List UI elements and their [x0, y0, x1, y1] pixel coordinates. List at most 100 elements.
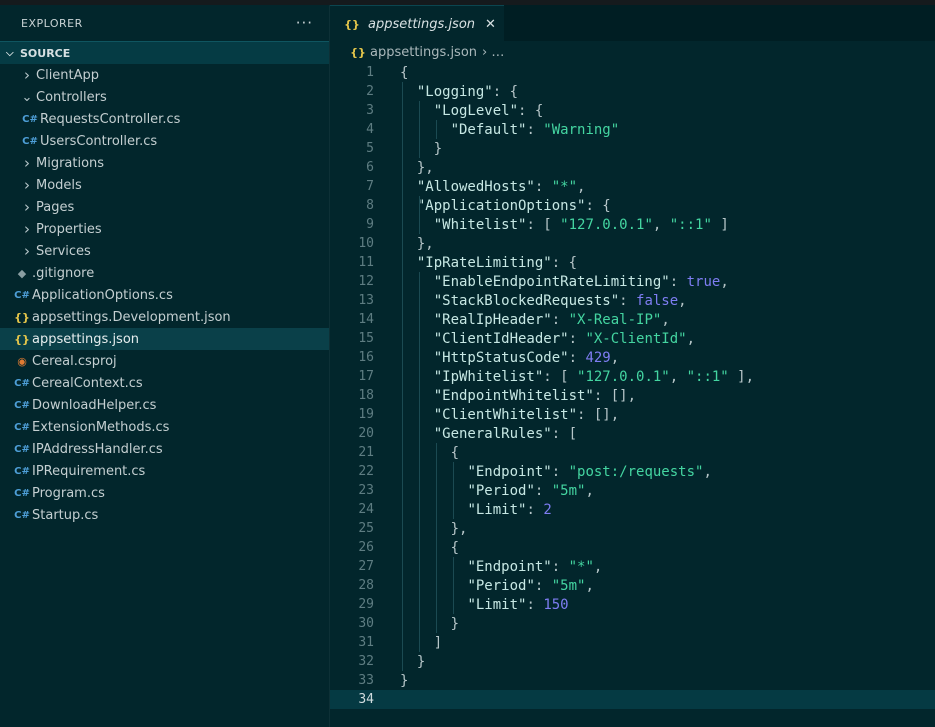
- line-number: 31: [358, 635, 374, 650]
- line-number: 5: [366, 141, 374, 156]
- tree-item[interactable]: C# IPRequirement.cs: [0, 460, 329, 482]
- line-number: 1: [366, 65, 374, 80]
- code-token: }: [400, 653, 426, 670]
- indent-guide: [402, 82, 403, 671]
- code-editor[interactable]: 1{2 "Logging": {3 "LogLevel": {4 "Defaul…: [330, 63, 935, 709]
- tree-item[interactable]: C# Startup.cs: [0, 504, 329, 526]
- tree-item[interactable]: › ClientApp: [0, 64, 329, 86]
- code-text: "Endpoint": "*",: [400, 559, 602, 575]
- tab-appsettings-json[interactable]: {} appsettings.json ✕: [330, 5, 504, 42]
- tree-item[interactable]: ⌄ Controllers: [0, 86, 329, 108]
- json-file-icon: {}: [344, 17, 360, 31]
- code-token: "127.0.0.1": [560, 216, 653, 233]
- code-token: 150: [543, 596, 569, 613]
- line-number: 12: [358, 274, 374, 289]
- code-token: ,: [661, 311, 670, 328]
- tree-item-label: RequestsController.cs: [40, 111, 181, 127]
- code-token: "127.0.0.1": [577, 368, 670, 385]
- tree-item[interactable]: C# RequestsController.cs: [0, 108, 329, 130]
- tree-item[interactable]: C# IPAddressHandler.cs: [0, 438, 329, 460]
- tree-item[interactable]: {} appsettings.json: [0, 328, 329, 350]
- breadcrumb-rest[interactable]: › …: [482, 45, 504, 60]
- code-token: :: [534, 178, 552, 195]
- tree-item-label: IPRequirement.cs: [32, 463, 146, 479]
- code-token: "X-Real-IP": [568, 311, 662, 328]
- line-number: 20: [358, 426, 374, 441]
- code-token: }: [400, 140, 443, 157]
- code-token: 429: [585, 349, 611, 366]
- tree-item-label: DownloadHelper.cs: [32, 397, 157, 413]
- line-number: 21: [358, 445, 374, 460]
- code-token: ,: [593, 558, 603, 575]
- code-token: "ClientIdHeader": [433, 330, 569, 347]
- code-token: {: [400, 539, 460, 556]
- tree-item[interactable]: ◉ Cereal.csproj: [0, 350, 329, 372]
- tree-item[interactable]: C# ExtensionMethods.cs: [0, 416, 329, 438]
- tree-item[interactable]: C# UsersController.cs: [0, 130, 329, 152]
- git-file-icon: ◆: [17, 266, 27, 280]
- code-token: }: [400, 672, 409, 689]
- code-token: "Period": [467, 577, 535, 594]
- code-line: 6 },: [330, 158, 935, 177]
- tree-item[interactable]: ◆ .gitignore: [0, 262, 329, 284]
- tree-item[interactable]: › Services: [0, 240, 329, 262]
- tree-item-label: Program.cs: [32, 485, 105, 501]
- tree-item[interactable]: {} appsettings.Development.json: [0, 306, 329, 328]
- chevron-right-icon: ›: [24, 176, 30, 194]
- indent-guide: [435, 443, 437, 633]
- code-token: ,: [720, 273, 729, 290]
- line-number: 29: [358, 597, 374, 612]
- code-token: : [],: [577, 406, 620, 423]
- code-token: "Limit": [467, 501, 527, 518]
- tree-item[interactable]: C# CerealContext.cs: [0, 372, 329, 394]
- tree-item[interactable]: › Properties: [0, 218, 329, 240]
- code-line: 9 "Whitelist": [ "127.0.0.1", "::1" ]: [330, 215, 935, 234]
- line-number: 10: [358, 236, 374, 251]
- indent-guide: [452, 557, 454, 614]
- code-token: "EnableEndpointRateLimiting": [433, 273, 670, 290]
- code-line: 1{: [330, 63, 935, 82]
- tree-item-label: ClientApp: [36, 67, 100, 83]
- code-line: 11 "IpRateLimiting": {: [330, 253, 935, 272]
- code-text: },: [400, 521, 468, 537]
- section-source[interactable]: ⌵ SOURCE: [0, 41, 329, 64]
- close-icon[interactable]: ✕: [485, 17, 496, 32]
- tree-item[interactable]: › Pages: [0, 196, 329, 218]
- code-token: ,: [577, 178, 586, 195]
- csharp-file-icon: C#: [22, 113, 38, 125]
- code-token: :: [568, 330, 586, 347]
- breadcrumb: {} appsettings.json › …: [330, 41, 935, 63]
- code-text: "GeneralRules": [: [400, 426, 577, 442]
- tree-item[interactable]: C# DownloadHelper.cs: [0, 394, 329, 416]
- code-line: 22 "Endpoint": "post:/requests",: [330, 462, 935, 481]
- line-number: 26: [358, 540, 374, 555]
- code-text: }: [400, 673, 408, 689]
- code-line: 5 }: [330, 139, 935, 158]
- csharp-file-icon: C#: [22, 135, 38, 147]
- code-token: ]: [400, 634, 443, 651]
- tree-item[interactable]: › Migrations: [0, 152, 329, 174]
- code-line: 21 {: [330, 443, 935, 462]
- tree-item[interactable]: C# ApplicationOptions.cs: [0, 284, 329, 306]
- code-token: false: [636, 292, 679, 309]
- code-text: "LogLevel": {: [400, 103, 544, 119]
- code-text: {: [400, 65, 408, 81]
- breadcrumb-file[interactable]: appsettings.json: [370, 45, 477, 60]
- code-text: "Endpoint": "post:/requests",: [400, 464, 711, 480]
- code-token: "Whitelist": [433, 216, 527, 233]
- csharp-file-icon: C#: [14, 509, 30, 521]
- more-actions-icon[interactable]: ···: [296, 14, 313, 32]
- code-line: 12 "EnableEndpointRateLimiting": true,: [330, 272, 935, 291]
- tree-item[interactable]: › Models: [0, 174, 329, 196]
- chevron-right-icon: ›: [24, 220, 30, 238]
- code-token: :: [568, 349, 586, 366]
- code-text: "Logging": {: [400, 84, 518, 100]
- json-file-icon: {}: [14, 310, 30, 324]
- file-tree: › ClientApp ⌄ Controllers C# RequestsControll…: [0, 64, 329, 526]
- tree-item[interactable]: C# Program.cs: [0, 482, 329, 504]
